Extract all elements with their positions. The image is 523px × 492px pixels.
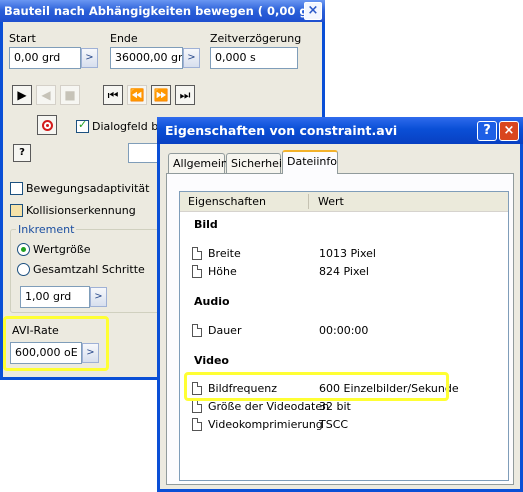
help-button[interactable]: ? (477, 121, 497, 141)
tab-allgemein[interactable]: Allgemein (168, 153, 228, 173)
step-back-icon[interactable]: ◀ (36, 85, 56, 105)
dialog-title: Bauteil nach Abhängigkeiten bewegen ( 0,… (0, 0, 325, 22)
increment-arrow-icon[interactable]: > (90, 287, 107, 307)
end-arrow-icon[interactable]: > (183, 48, 200, 68)
start-arrow-icon[interactable]: > (81, 48, 98, 68)
column-value[interactable]: Wert (318, 195, 344, 208)
frame-rate-highlight (184, 372, 449, 401)
property-key: Videokomprimierung (208, 418, 323, 431)
delay-label: Zeitverzögerung (210, 32, 302, 45)
back-icon[interactable]: ⏪ (127, 85, 147, 105)
avi-rate-highlight (3, 316, 109, 371)
file-icon (192, 418, 202, 431)
record-icon[interactable] (37, 115, 57, 135)
start-input[interactable]: 0,00 grd (9, 47, 81, 69)
property-key: Höhe (208, 265, 237, 278)
radio-value-size-label: Wertgröße (33, 243, 91, 256)
property-value: 1013 Pixel (319, 247, 376, 260)
file-icon (192, 324, 202, 337)
properties-list: Eigenschaften Wert Bild Breite 1013 Pixe… (179, 191, 509, 481)
file-icon (192, 265, 202, 278)
help-icon[interactable]: ? (13, 144, 31, 162)
motion-adaptivity-checkbox[interactable] (10, 182, 23, 195)
property-key: Breite (208, 247, 241, 260)
end-input[interactable]: 36000,00 grd (110, 47, 183, 69)
close-button[interactable]: × (304, 2, 322, 20)
file-icon (192, 400, 202, 413)
section-bild: Bild (194, 218, 218, 231)
end-icon[interactable]: ⏭ (175, 85, 195, 105)
end-label: Ende (110, 32, 138, 45)
radio-total-steps-label: Gesamtzahl Schritte (33, 263, 145, 276)
property-value: 824 Pixel (319, 265, 369, 278)
tab-sicherheit[interactable]: Sicherheit (226, 153, 286, 173)
file-icon (192, 247, 202, 260)
section-video: Video (194, 354, 229, 367)
column-properties[interactable]: Eigenschaften (188, 195, 266, 208)
radio-value-size[interactable] (17, 243, 30, 256)
property-key: Dauer (208, 324, 242, 337)
property-value: TSCC (319, 418, 349, 431)
increment-input[interactable]: 1,00 grd (20, 286, 90, 308)
delay-input[interactable]: 0,000 s (210, 47, 298, 69)
tab-dateiinfo[interactable]: Dateiinfo (282, 150, 338, 174)
start-label: Start (9, 32, 36, 45)
close-button[interactable]: × (499, 121, 519, 141)
motion-adaptivity-label: Bewegungsadaptivität (26, 182, 150, 195)
dateiinfo-page: Eigenschaften Wert Bild Breite 1013 Pixe… (166, 173, 514, 485)
dialogfeld-checkbox[interactable]: ✓ (76, 118, 89, 133)
property-key: Größe der Videodaten (208, 400, 330, 413)
collision-label: Kollisionserkennung (26, 204, 136, 217)
increment-group-label: Inkrement (16, 223, 77, 236)
properties-dialog: Eigenschaften von constraint.avi ? × All… (157, 117, 523, 492)
collision-checkbox[interactable] (10, 204, 23, 217)
property-value: 32 bit (319, 400, 351, 413)
forward-icon[interactable]: ⏩ (151, 85, 171, 105)
rewind-icon[interactable]: ⏮ (103, 85, 123, 105)
property-value: 00:00:00 (319, 324, 369, 337)
radio-total-steps[interactable] (17, 263, 30, 276)
list-header: Eigenschaften Wert (180, 192, 508, 212)
play-icon[interactable]: ▶ (12, 85, 32, 105)
stop-icon[interactable]: ■ (60, 85, 80, 105)
section-audio: Audio (194, 295, 230, 308)
properties-title: Eigenschaften von constraint.avi (157, 117, 523, 144)
